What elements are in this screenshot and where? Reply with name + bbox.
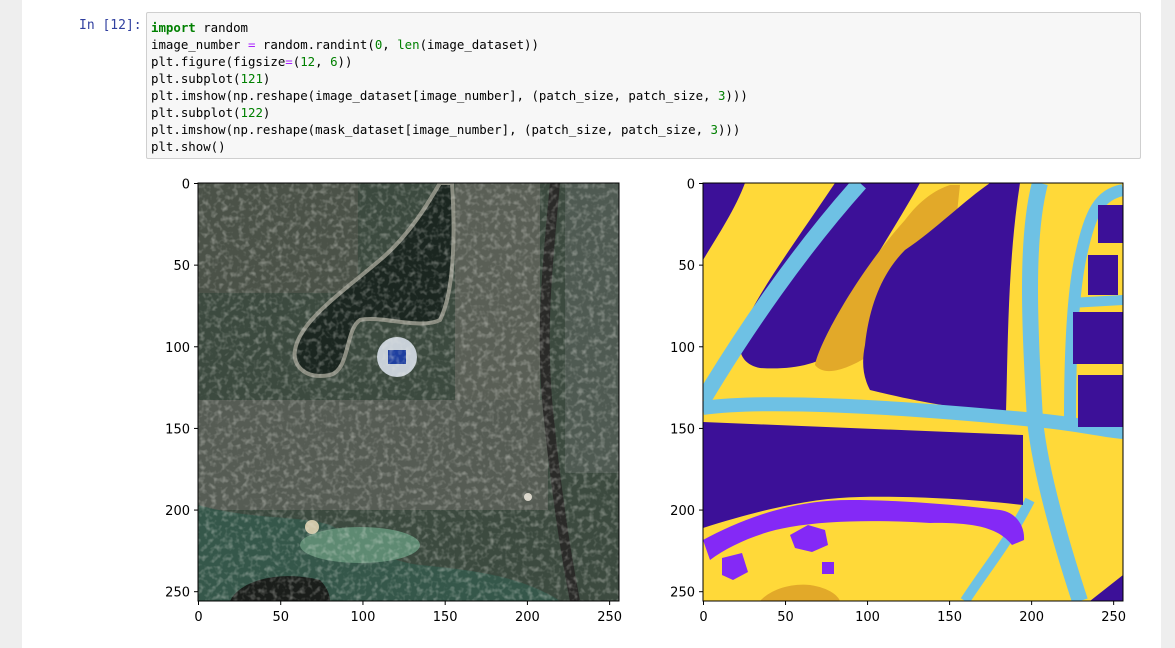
- y-tick-label: 150: [165, 422, 190, 437]
- cell-output: 0 50 100 150 200 250 0 50 100 150 200 250 0 50 100 150 2…: [165, 178, 1126, 626]
- y-tick-label: 50: [678, 259, 695, 274]
- y-tick-label: 250: [670, 586, 695, 601]
- x-tick-label: 250: [597, 610, 622, 625]
- x-tick-label: 150: [433, 610, 458, 625]
- y-tick-label: 50: [173, 259, 190, 274]
- y-tick-label: 100: [670, 341, 695, 356]
- y-tick-label: 200: [670, 504, 695, 519]
- y-tick-label: 0: [687, 178, 695, 193]
- x-tick-label: 100: [351, 610, 376, 625]
- x-tick-label: 50: [777, 610, 794, 625]
- y-tick-label: 200: [165, 504, 190, 519]
- y-tick-label: 150: [670, 422, 695, 437]
- x-tick-label: 100: [855, 610, 880, 625]
- x-tick-label: 150: [937, 610, 962, 625]
- x-tick-label: 50: [272, 610, 289, 625]
- y-tick-label: 250: [165, 586, 190, 601]
- x-tick-label: 0: [699, 610, 707, 625]
- x-tick-label: 250: [1101, 610, 1126, 625]
- satellite-image: [198, 183, 619, 601]
- segmentation-mask: [703, 183, 1123, 601]
- x-tick-label: 0: [194, 610, 202, 625]
- x-tick-label: 200: [515, 610, 540, 625]
- x-tick-label: 200: [1019, 610, 1044, 625]
- y-tick-label: 100: [165, 341, 190, 356]
- y-tick-label: 0: [182, 178, 190, 193]
